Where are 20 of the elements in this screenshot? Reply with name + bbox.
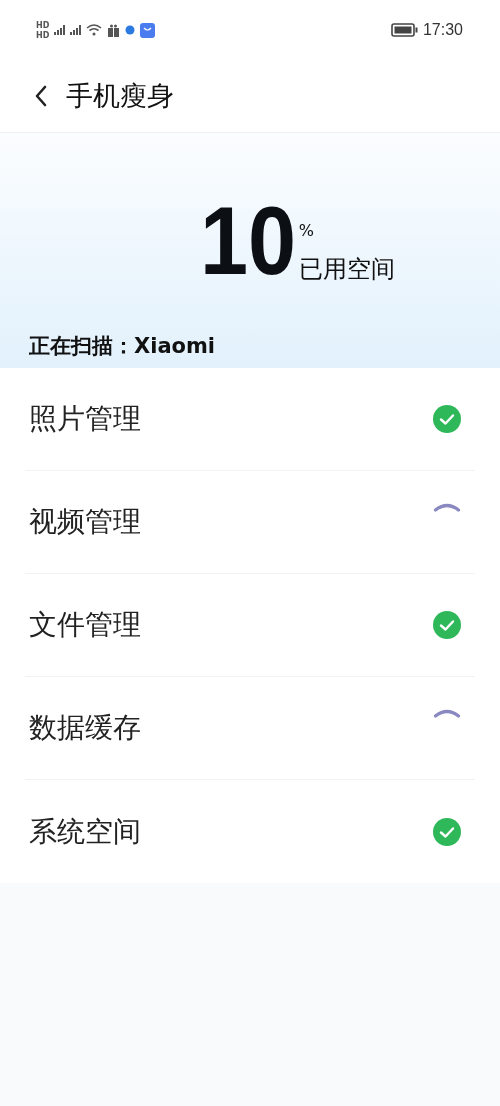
category-row[interactable]: 文件管理 xyxy=(25,574,475,677)
bag-icon xyxy=(140,22,156,38)
signal-icon xyxy=(54,25,66,35)
clock-time: 17:30 xyxy=(422,21,463,39)
category-row[interactable]: 系统空间 xyxy=(25,780,475,883)
usage-percent: 10 xyxy=(200,200,297,282)
category-row[interactable]: 视频管理 xyxy=(25,471,475,574)
wifi-icon xyxy=(86,24,103,36)
app-icon xyxy=(125,25,136,35)
percent-sign: % xyxy=(298,222,315,240)
sim-label: HD xyxy=(36,30,50,40)
page-title: 手机瘦身 xyxy=(66,79,174,113)
battery-icon xyxy=(390,23,418,37)
category-row[interactable]: 照片管理 xyxy=(25,368,475,471)
category-row[interactable]: 数据缓存 xyxy=(25,677,475,780)
gift-icon xyxy=(107,23,121,37)
usage-caption: 已用空间 xyxy=(298,256,395,282)
sim-label: HD xyxy=(36,20,50,30)
signal-icon xyxy=(70,25,82,35)
scan-status: 正在扫描：Xiaomi xyxy=(28,333,217,360)
